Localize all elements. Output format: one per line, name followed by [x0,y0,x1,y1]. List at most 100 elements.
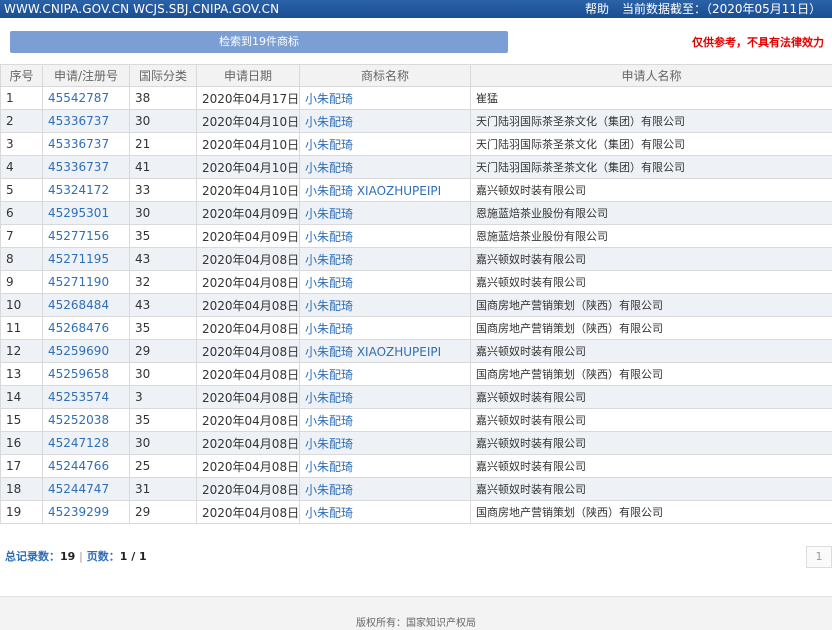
table-row[interactable]: 6 45295301 30 2020年04月09日 小朱配琦 恩施蓝焙茶业股份有限公司 [0,201,832,225]
cell-mark-name: 小朱配琦 [299,270,471,294]
mark-name-link[interactable]: 小朱配琦 [305,138,353,152]
reg-number-link[interactable]: 45277156 [48,229,109,243]
cell-date: 2020年04月08日 [196,477,300,501]
mark-name-link[interactable]: 小朱配琦 XIAOZHUPEIPI [305,345,441,359]
cell-no: 17 [0,454,43,478]
mark-name-link[interactable]: 小朱配琦 [305,437,353,451]
cell-mark-name: 小朱配琦 [299,109,471,133]
cell-applicant: 嘉兴顿奴时装有限公司 [470,178,832,202]
search-result-button[interactable]: 检索到19件商标 [10,31,508,53]
table-header-row: 序号 申请/注册号 国际分类 申请日期 商标名称 申请人名称 [0,64,832,87]
cell-no: 9 [0,270,43,294]
reg-number-link[interactable]: 45336737 [48,114,109,128]
reg-number-link[interactable]: 45239299 [48,505,109,519]
table-row[interactable]: 15 45252038 35 2020年04月08日 小朱配琦 嘉兴顿奴时装有限公司 [0,408,832,432]
table-row[interactable]: 5 45324172 33 2020年04月10日 小朱配琦 XIAOZHUPEIPI 嘉… [0,178,832,202]
mark-name-link[interactable]: 小朱配琦 [305,115,353,129]
col-header-no[interactable]: 序号 [0,64,43,87]
table-row[interactable]: 7 45277156 35 2020年04月09日 小朱配琦 恩施蓝焙茶业股份有限公司 [0,224,832,248]
cell-no: 11 [0,316,43,340]
mark-name-link[interactable]: 小朱配琦 [305,253,353,267]
mark-name-link[interactable]: 小朱配琦 [305,368,353,382]
footer: 版权所有：国家知识产权局 [0,596,832,630]
reg-number-link[interactable]: 45295301 [48,206,109,220]
cell-applicant: 天门陆羽国际茶圣茶文化（集团）有限公司 [470,155,832,179]
col-header-mark-name[interactable]: 商标名称 [299,64,471,87]
copyright-text: 版权所有：国家知识产权局 [356,618,476,629]
mark-name-link[interactable]: 小朱配琦 [305,483,353,497]
table-row[interactable]: 3 45336737 21 2020年04月10日 小朱配琦 天门陆羽国际茶圣茶文化（集团… [0,132,832,156]
cell-class: 31 [129,477,197,501]
mark-name-link[interactable]: 小朱配琦 [305,391,353,405]
table-row[interactable]: 19 45239299 29 2020年04月08日 小朱配琦 国商房地产营销策划（陕西）… [0,500,832,524]
cell-date: 2020年04月17日 [196,86,300,110]
reg-number-link[interactable]: 45253574 [48,390,109,404]
reg-number-link[interactable]: 45259658 [48,367,109,381]
mark-name-link[interactable]: 小朱配琦 [305,414,353,428]
col-header-applicant[interactable]: 申请人名称 [470,64,832,87]
col-header-class[interactable]: 国际分类 [129,64,197,87]
table-row[interactable]: 8 45271195 43 2020年04月08日 小朱配琦 嘉兴顿奴时装有限公司 [0,247,832,271]
table-row[interactable]: 1 45542787 38 2020年04月17日 小朱配琦 崔猛 [0,86,832,110]
summary-separator: | [79,550,83,563]
cell-class: 32 [129,270,197,294]
reg-number-link[interactable]: 45271190 [48,275,109,289]
cell-applicant: 天门陆羽国际茶圣茶文化（集团）有限公司 [470,109,832,133]
reg-number-link[interactable]: 45542787 [48,91,109,105]
col-header-reg-no[interactable]: 申请/注册号 [42,64,130,87]
reg-number-link[interactable]: 45244766 [48,459,109,473]
mark-name-link[interactable]: 小朱配琦 [305,207,353,221]
reg-number-link[interactable]: 45336737 [48,160,109,174]
mark-name-link[interactable]: 小朱配琦 [305,92,353,106]
cell-no: 8 [0,247,43,271]
table-row[interactable]: 4 45336737 41 2020年04月10日 小朱配琦 天门陆羽国际茶圣茶文化（集团… [0,155,832,179]
table-row[interactable]: 16 45247128 30 2020年04月08日 小朱配琦 嘉兴顿奴时装有限公司 [0,431,832,455]
table-row[interactable]: 11 45268476 35 2020年04月08日 小朱配琦 国商房地产营销策划（陕西）… [0,316,832,340]
cell-no: 10 [0,293,43,317]
table-row[interactable]: 2 45336737 30 2020年04月10日 小朱配琦 天门陆羽国际茶圣茶文化（集团… [0,109,832,133]
mark-name-link[interactable]: 小朱配琦 [305,506,353,520]
table-row[interactable]: 9 45271190 32 2020年04月08日 小朱配琦 嘉兴顿奴时装有限公司 [0,270,832,294]
table-row[interactable]: 17 45244766 25 2020年04月08日 小朱配琦 嘉兴顿奴时装有限公司 [0,454,832,478]
col-header-date[interactable]: 申请日期 [196,64,300,87]
cell-applicant: 嘉兴顿奴时装有限公司 [470,454,832,478]
page-1-button[interactable]: 1 [806,546,832,568]
reg-number-link[interactable]: 45324172 [48,183,109,197]
site-urls[interactable]: WWW.CNIPA.GOV.CN WCJS.SBJ.CNIPA.GOV.CN [4,0,279,18]
cell-applicant: 国商房地产营销策划（陕西）有限公司 [470,362,832,386]
reg-number-link[interactable]: 45252038 [48,413,109,427]
cell-reg-no: 45542787 [42,86,130,110]
mark-name-link[interactable]: 小朱配琦 [305,460,353,474]
cell-no: 1 [0,86,43,110]
cell-applicant: 国商房地产营销策划（陕西）有限公司 [470,293,832,317]
cell-reg-no: 45324172 [42,178,130,202]
table-row[interactable]: 13 45259658 30 2020年04月08日 小朱配琦 国商房地产营销策划（陕西）… [0,362,832,386]
table-row[interactable]: 10 45268484 43 2020年04月08日 小朱配琦 国商房地产营销策划（陕西）… [0,293,832,317]
reg-number-link[interactable]: 45336737 [48,137,109,151]
mark-name-link[interactable]: 小朱配琦 [305,299,353,313]
reg-number-link[interactable]: 45271195 [48,252,109,266]
cell-class: 29 [129,500,197,524]
mark-name-link[interactable]: 小朱配琦 XIAOZHUPEIPI [305,184,441,198]
reg-number-link[interactable]: 45244747 [48,482,109,496]
cell-mark-name: 小朱配琦 [299,477,471,501]
reg-number-link[interactable]: 45247128 [48,436,109,450]
reg-number-link[interactable]: 45268484 [48,298,109,312]
reg-number-link[interactable]: 45259690 [48,344,109,358]
table-row[interactable]: 12 45259690 29 2020年04月08日 小朱配琦 XIAOZHUPEIPI… [0,339,832,363]
cell-applicant: 嘉兴顿奴时装有限公司 [470,339,832,363]
mark-name-link[interactable]: 小朱配琦 [305,276,353,290]
mark-name-link[interactable]: 小朱配琦 [305,161,353,175]
record-summary: 总记录数：19 | 页数：1 / 1 [5,548,147,564]
reg-number-link[interactable]: 45268476 [48,321,109,335]
table-row[interactable]: 14 45253574 3 2020年04月08日 小朱配琦 嘉兴顿奴时装有限公司 [0,385,832,409]
cell-class: 41 [129,155,197,179]
cell-applicant: 国商房地产营销策划（陕西）有限公司 [470,500,832,524]
cell-mark-name: 小朱配琦 [299,316,471,340]
cell-reg-no: 45271190 [42,270,130,294]
mark-name-link[interactable]: 小朱配琦 [305,230,353,244]
help-link[interactable]: 帮助 [585,0,609,18]
table-row[interactable]: 18 45244747 31 2020年04月08日 小朱配琦 嘉兴顿奴时装有限公司 [0,477,832,501]
cell-date: 2020年04月08日 [196,431,300,455]
mark-name-link[interactable]: 小朱配琦 [305,322,353,336]
